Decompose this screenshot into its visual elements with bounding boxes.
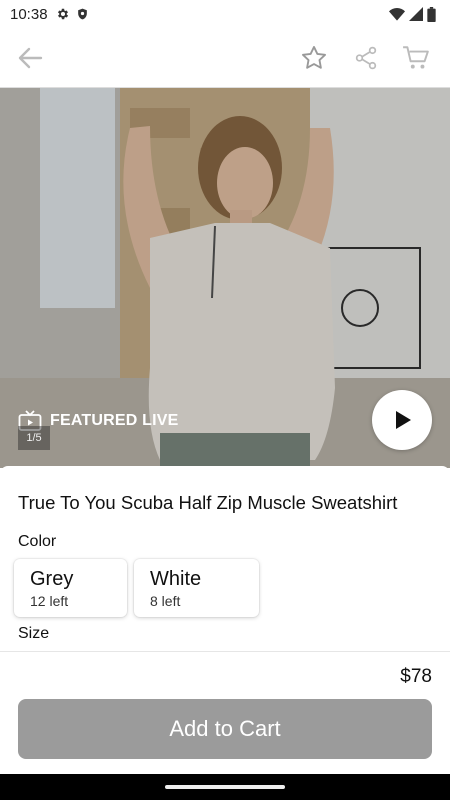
cart-button[interactable] <box>398 40 434 76</box>
status-bar: 10:38 <box>0 0 450 28</box>
share-icon <box>355 46 377 70</box>
favorite-button[interactable] <box>296 40 332 76</box>
size-options-divider <box>0 651 450 652</box>
add-to-cart-button[interactable]: Add to Cart <box>18 699 432 759</box>
product-price: $78 <box>400 666 432 687</box>
system-nav-bar <box>0 774 450 800</box>
cart-icon <box>403 46 429 69</box>
color-option-stock: 12 left <box>30 593 69 609</box>
color-option-name: White <box>150 568 202 590</box>
image-counter: 1/5 <box>18 426 50 450</box>
product-title: True To You Scuba Half Zip Muscle Sweats… <box>18 492 398 513</box>
app-bar <box>0 28 450 88</box>
signal-icon <box>409 7 423 21</box>
play-icon <box>396 411 411 429</box>
color-option-stock: 8 left <box>150 593 181 609</box>
color-option-name: Grey <box>30 568 74 590</box>
back-arrow-icon <box>18 47 43 69</box>
shield-icon <box>77 8 87 20</box>
gear-icon <box>57 8 68 20</box>
battery-icon <box>427 6 436 22</box>
star-icon <box>301 45 327 69</box>
wifi-icon <box>389 8 405 21</box>
color-option-grey[interactable]: Grey 12 left <box>14 559 127 617</box>
play-video-button[interactable] <box>372 390 432 450</box>
size-label: Size <box>18 625 50 642</box>
color-option-white[interactable]: White 8 left <box>134 559 259 617</box>
product-details-sheet: True To You Scuba Half Zip Muscle Sweats… <box>0 466 450 800</box>
home-gesture-handle[interactable] <box>165 785 285 789</box>
back-button[interactable] <box>12 40 48 76</box>
status-time: 10:38 <box>10 5 48 23</box>
share-button[interactable] <box>348 40 384 76</box>
color-label: Color <box>18 533 57 550</box>
featured-live-label: FEATURED LIVE <box>50 412 179 429</box>
